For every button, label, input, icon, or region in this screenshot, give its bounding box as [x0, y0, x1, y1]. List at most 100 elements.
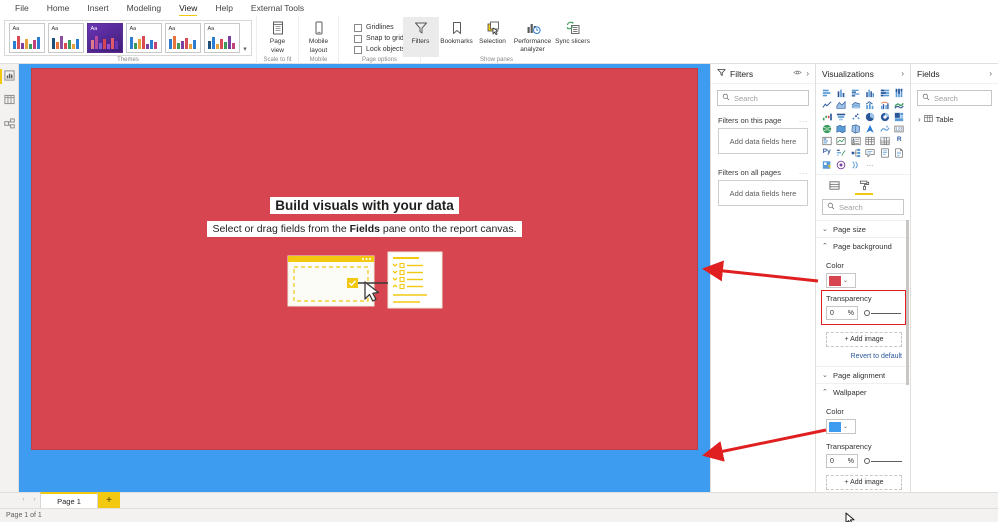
hide-filters-eye-icon[interactable]: [793, 68, 803, 79]
viz-icon-table[interactable]: [864, 135, 878, 146]
viz-icon-clustered-bar-chart[interactable]: [849, 87, 863, 98]
viz-icon-100-stacked-column-chart[interactable]: [893, 87, 907, 98]
fields-search-input[interactable]: Search: [917, 90, 992, 106]
slider-knob[interactable]: [864, 458, 870, 464]
viz-icon-treemap[interactable]: [893, 111, 907, 122]
menu-item-file[interactable]: File: [6, 0, 38, 16]
collapse-filters-chevron-right-icon[interactable]: ›: [806, 69, 809, 78]
collapse-fields-chevron-right-icon[interactable]: ›: [989, 69, 992, 78]
theme-thumb-3[interactable]: Aa: [86, 23, 123, 53]
viz-icon-r-script-visual[interactable]: R: [893, 135, 907, 146]
viz-icon-clustered-column-chart[interactable]: [864, 87, 878, 98]
viz-icon-scatter-chart[interactable]: [849, 111, 863, 122]
themes-more-chevron-down-icon[interactable]: ▾: [241, 21, 249, 55]
performance-analyzer-button[interactable]: Performance analyzer: [511, 17, 555, 57]
viz-icon-stacked-column-chart[interactable]: [835, 87, 849, 98]
theme-thumb-5[interactable]: Aa: [164, 23, 201, 53]
collapse-visualizations-chevron-right-icon[interactable]: ›: [901, 69, 904, 78]
menu-item-external-tools[interactable]: External Tools: [242, 0, 313, 16]
format-section-page-alignment[interactable]: ⌄ Page alignment: [816, 366, 910, 383]
viz-icon-decomposition-tree[interactable]: [849, 147, 863, 158]
wallpaper-transparency-input[interactable]: 0 %: [826, 454, 858, 468]
checkbox-gridlines[interactable]: Gridlines: [354, 23, 405, 32]
menu-item-home[interactable]: Home: [38, 0, 79, 16]
format-section-page-background[interactable]: ⌃ Page background: [816, 237, 910, 254]
wallpaper-color-swatch[interactable]: ⌄: [826, 419, 856, 434]
format-section-page-size[interactable]: ⌄ Page size: [816, 220, 910, 237]
filters-on-this-page-more-icon[interactable]: ...: [799, 117, 808, 124]
viz-icon-waterfall-chart[interactable]: [820, 111, 834, 122]
filters-on-all-pages-dropzone[interactable]: Add data fields here: [718, 180, 808, 206]
theme-thumb-4[interactable]: Aa: [125, 23, 162, 53]
menu-item-help[interactable]: Help: [206, 0, 241, 16]
filters-pane-button[interactable]: Filters: [402, 17, 439, 57]
viz-icon-key-influencers[interactable]: [835, 147, 849, 158]
viz-icon-stacked-area-chart[interactable]: [849, 99, 863, 110]
checkbox-snap-to-grid[interactable]: Snap to grid: [354, 34, 405, 43]
viz-icon-power-apps-visual[interactable]: [820, 159, 834, 170]
viz-icon-slicer[interactable]: [849, 135, 863, 146]
menu-item-insert[interactable]: Insert: [78, 0, 117, 16]
menu-item-view[interactable]: View: [170, 0, 206, 16]
viz-icon-donut-chart[interactable]: [878, 111, 892, 122]
viz-icon-line-and-clustered-column-chart[interactable]: [878, 99, 892, 110]
format-section-wallpaper[interactable]: ⌃ Wallpaper: [816, 383, 910, 400]
expand-table-chevron-right-icon[interactable]: ›: [918, 115, 921, 124]
add-page-button[interactable]: +: [98, 492, 120, 508]
viz-icon-pie-chart[interactable]: [864, 111, 878, 122]
viz-icon-line-and-stacked-column-chart[interactable]: [864, 99, 878, 110]
viz-icon-power-automate-visual[interactable]: [835, 159, 849, 170]
checkbox-lock-objects[interactable]: Lock objects: [354, 45, 405, 54]
viz-icon-get-more-visuals[interactable]: [849, 159, 863, 170]
wallpaper-transparency-slider[interactable]: [864, 455, 902, 467]
viz-icon-filled-map[interactable]: [835, 123, 849, 134]
format-scrollbar[interactable]: [906, 220, 909, 385]
filters-search-input[interactable]: Search: [717, 90, 809, 106]
viz-icon-azure-map[interactable]: [864, 123, 878, 134]
page-background-add-image-button[interactable]: + Add image: [826, 332, 902, 347]
viz-icon-kpi[interactable]: [835, 135, 849, 146]
viz-icon-matrix[interactable]: [878, 135, 892, 146]
rail-item-model-view[interactable]: [0, 116, 19, 133]
viz-icon-stacked-bar-chart[interactable]: [820, 87, 834, 98]
viz-icon-q-and-a[interactable]: [864, 147, 878, 158]
viz-icon-card[interactable]: 123: [893, 123, 907, 134]
filters-on-this-page-dropzone[interactable]: Add data fields here: [718, 128, 808, 154]
rail-item-data-view[interactable]: [0, 92, 19, 109]
page-next-button[interactable]: ›: [29, 492, 40, 508]
tab-fields[interactable]: [826, 179, 842, 194]
format-search-input[interactable]: Search: [822, 199, 904, 215]
viz-icon-multi-row-card[interactable]: [820, 135, 834, 146]
viz-icon-shape-map[interactable]: [849, 123, 863, 134]
filters-on-all-pages-more-icon[interactable]: ...: [799, 169, 808, 176]
sync-slicers-button[interactable]: Sync slicers: [555, 17, 591, 57]
viz-icon-paginated-report[interactable]: [893, 147, 907, 158]
viz-icon-100-stacked-bar-chart[interactable]: [878, 87, 892, 98]
page-background-transparency-input[interactable]: 0 %: [826, 306, 858, 320]
rail-item-report-view[interactable]: [0, 68, 19, 85]
page-background-color-swatch[interactable]: ⌄: [826, 273, 856, 288]
viz-icon-map[interactable]: [820, 123, 834, 134]
mobile-layout-button[interactable]: Mobile layout: [301, 17, 337, 57]
slider-knob[interactable]: [864, 310, 870, 316]
viz-icon-python-visual[interactable]: Py: [820, 147, 834, 158]
report-canvas[interactable]: Build visuals with your data Select or d…: [31, 68, 698, 450]
wallpaper-add-image-button[interactable]: + Add image: [826, 475, 902, 490]
report-canvas-area[interactable]: Build visuals with your data Select or d…: [19, 64, 710, 492]
page-tab-page-1[interactable]: Page 1: [40, 492, 98, 508]
bookmarks-pane-button[interactable]: Bookmarks: [439, 17, 475, 57]
tab-format[interactable]: [855, 179, 873, 195]
viz-icon-ribbon-chart[interactable]: [893, 99, 907, 110]
themes-gallery[interactable]: Aa Aa Aa Aa Aa Aa ▾: [4, 20, 252, 56]
page-view-button[interactable]: Page view: [260, 17, 296, 57]
page-prev-button[interactable]: ‹: [18, 492, 29, 508]
page-background-revert-to-default-link[interactable]: Revert to default: [826, 353, 902, 360]
theme-thumb-2[interactable]: Aa: [47, 23, 84, 53]
viz-icon-line-chart[interactable]: [820, 99, 834, 110]
menu-item-modeling[interactable]: Modeling: [118, 0, 171, 16]
viz-icon-more-options[interactable]: …: [864, 159, 878, 170]
viz-icon-arcgis-map[interactable]: [878, 123, 892, 134]
viz-icon-smart-narrative[interactable]: [878, 147, 892, 158]
theme-thumb-1[interactable]: Aa: [8, 23, 45, 53]
selection-pane-button[interactable]: Selection: [475, 17, 511, 57]
